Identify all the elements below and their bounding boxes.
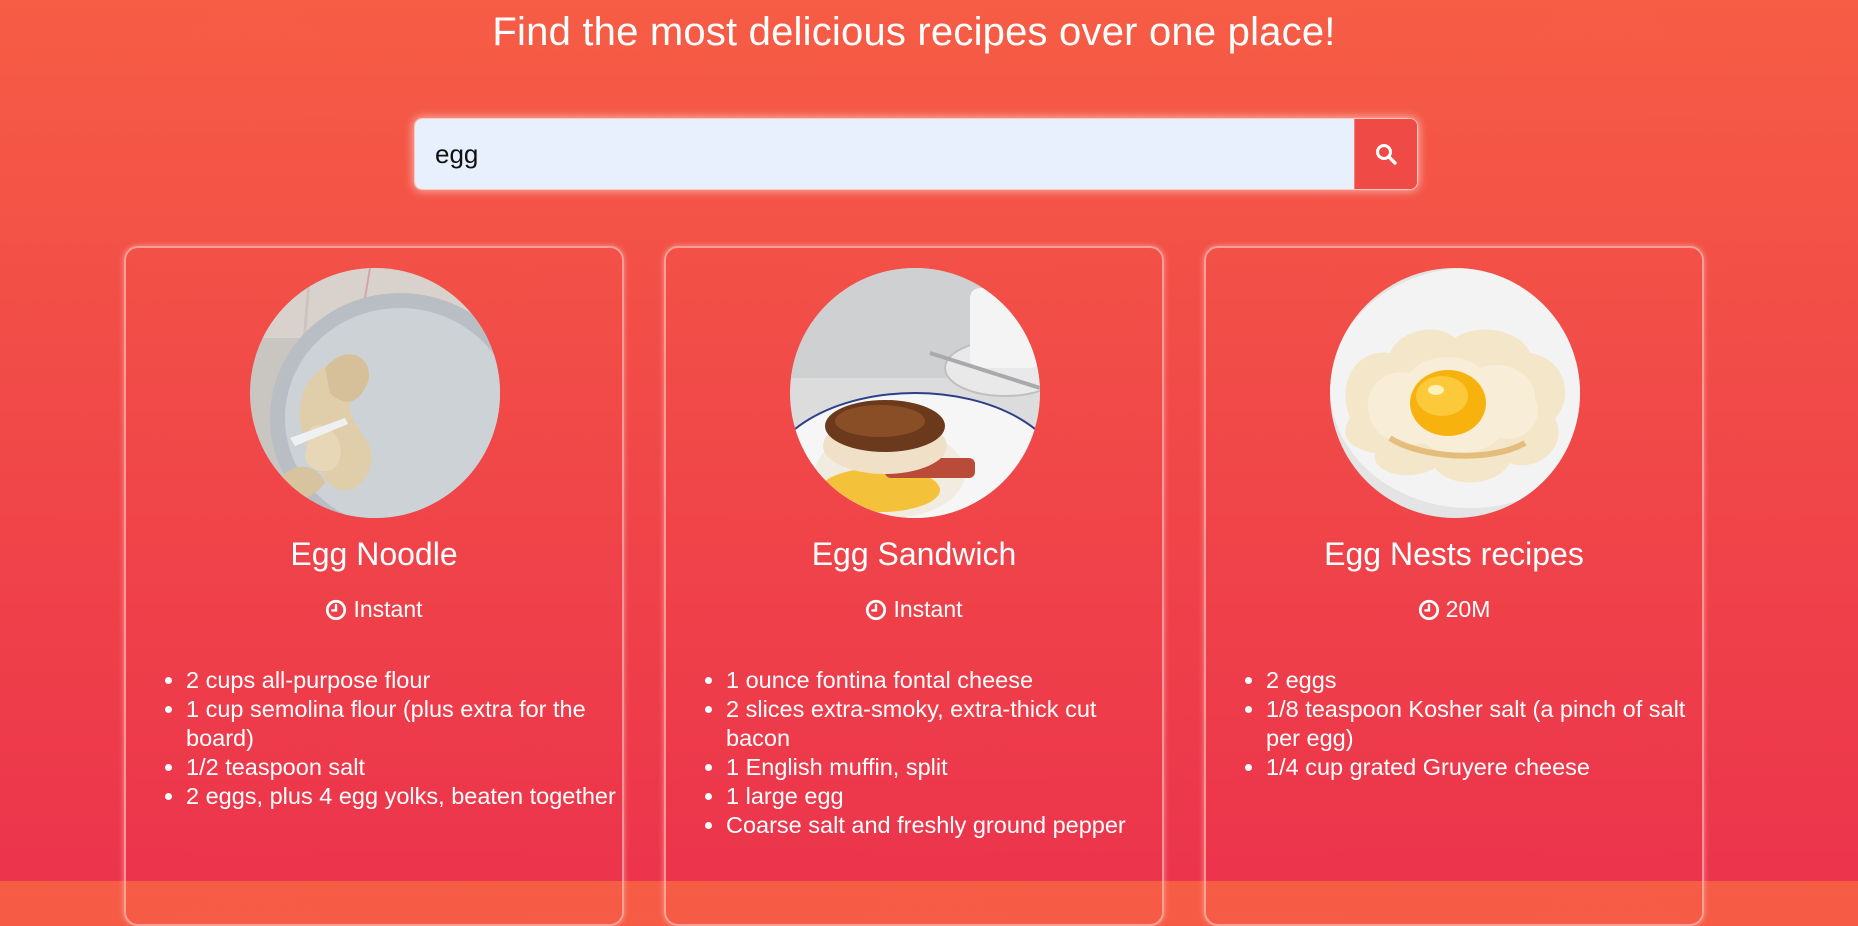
search-button[interactable] (1354, 119, 1417, 189)
egg-noodle-photo (250, 268, 500, 518)
ingredient-item: 2 eggs (1266, 666, 1696, 695)
ingredient-list: 2 eggs 1/8 teaspoon Kosher salt (a pinch… (1244, 666, 1696, 782)
ingredient-item: 2 slices extra-smoky, extra-thick cut ba… (726, 695, 1156, 753)
ingredient-item: 1/4 cup grated Gruyere cheese (1266, 753, 1696, 782)
recipe-time: Instant (126, 596, 622, 623)
search-icon (1376, 144, 1397, 165)
ingredient-item: 1 ounce fontina fontal cheese (726, 666, 1156, 695)
ingredient-item: Coarse salt and freshly ground pepper (726, 811, 1156, 840)
recipe-time-label: Instant (893, 596, 963, 622)
page-title: Find the most delicious recipes over one… (492, 10, 1336, 54)
search-input[interactable] (415, 119, 1354, 189)
recipe-title: Egg Sandwich (811, 536, 1017, 572)
recipe-title: Egg Nests recipes (1324, 536, 1584, 572)
egg-nests-photo (1330, 268, 1580, 518)
egg-sandwich-photo (790, 268, 1040, 518)
ingredient-item: 1 large egg (726, 782, 1156, 811)
ingredient-item: 1 English muffin, split (726, 753, 1156, 782)
ingredient-item: 1 cup semolina flour (plus extra for the… (186, 695, 616, 753)
recipe-card[interactable]: Egg Sandwich Instant 1 ounce fontina fon… (664, 246, 1164, 926)
recipe-time: 20M (1206, 596, 1702, 623)
ingredient-list: 1 ounce fontina fontal cheese 2 slices e… (704, 666, 1156, 840)
ingredient-item: 1/2 teaspoon salt (186, 753, 616, 782)
ingredient-list: 2 cups all-purpose flour 1 cup semolina … (164, 666, 616, 811)
clock-icon (1418, 599, 1439, 620)
clock-icon (866, 599, 887, 620)
recipe-card[interactable]: Egg Noodle Instant 2 cups all-purpose fl… (124, 246, 624, 926)
clock-icon (326, 599, 347, 620)
ingredient-item: 2 eggs, plus 4 egg yolks, beaten togethe… (186, 782, 616, 811)
recipe-time: Instant (666, 596, 1162, 623)
recipe-list: Egg Noodle Instant 2 cups all-purpose fl… (124, 246, 1706, 926)
recipe-time-label: 20M (1445, 596, 1491, 622)
ingredient-item: 1/8 teaspoon Kosher salt (a pinch of sal… (1266, 695, 1696, 753)
recipe-time-label: Instant (353, 596, 423, 622)
recipe-card[interactable]: Egg Nests recipes 20M 2 eggs 1/8 teaspoo… (1204, 246, 1704, 926)
recipe-title: Egg Noodle (290, 536, 458, 572)
ingredient-item: 2 cups all-purpose flour (186, 666, 616, 695)
search-bar (414, 118, 1418, 190)
